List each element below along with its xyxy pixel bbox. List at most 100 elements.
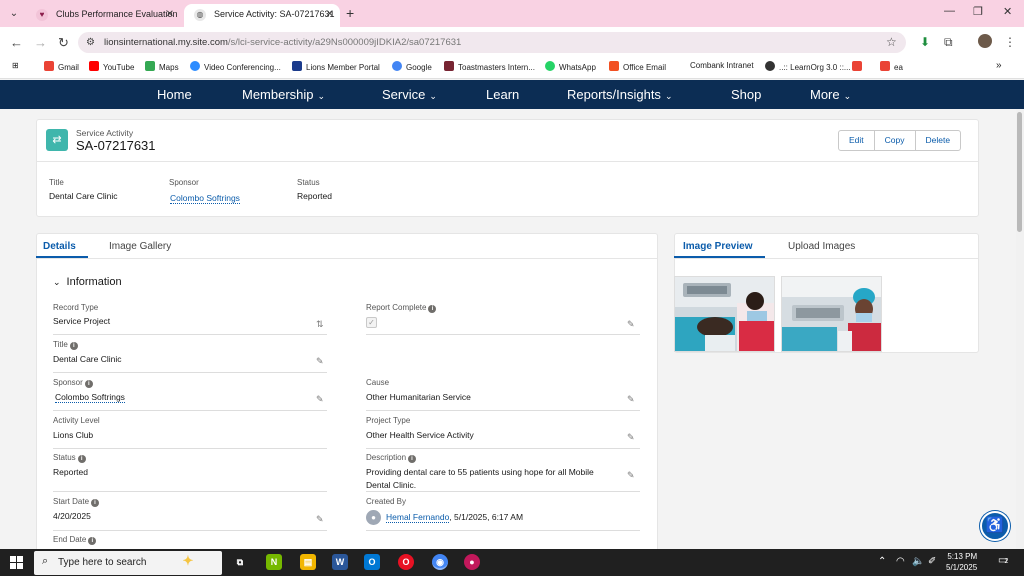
info-icon[interactable]: i	[77, 455, 86, 463]
section-information-toggle[interactable]: ⌄ Information	[53, 276, 122, 288]
site-info-icon[interactable]: ⚙	[86, 37, 95, 48]
tab-upload-images[interactable]: Upload Images	[788, 241, 855, 252]
delete-button[interactable]: Delete	[916, 131, 961, 150]
browser-tab-title: Clubs Performance Evaluation S	[56, 9, 180, 19]
word-icon[interactable]: W	[332, 554, 348, 570]
minimize-icon[interactable]: —	[944, 5, 955, 17]
back-icon[interactable]: ←	[10, 35, 23, 50]
reload-icon[interactable]: ↻	[58, 35, 69, 51]
highlight-title-value: Dental Care Clinic	[49, 191, 118, 201]
chrome-icon[interactable]: ◉	[432, 554, 448, 570]
bookmark-combank[interactable]: Combank Intranet	[690, 61, 754, 70]
edit-sponsor-pencil-icon[interactable]: ✎	[316, 394, 324, 405]
highlight-sponsor-link[interactable]: Colombo Softrings	[170, 193, 240, 204]
change-record-type-icon[interactable]: ⇅	[316, 319, 324, 330]
sponsor-link[interactable]: Colombo Softrings	[55, 392, 125, 403]
edit-project-type-pencil-icon[interactable]: ✎	[627, 432, 635, 443]
bookmark-office-email[interactable]: Office Email	[609, 61, 666, 72]
accessibility-icon[interactable]: ♿	[980, 511, 1010, 541]
url-text[interactable]: lionsinternational.my.site.com/s/lci-ser…	[104, 37, 461, 48]
network-icon[interactable]: ◠	[896, 556, 905, 567]
bookmark-google[interactable]: Google	[392, 61, 432, 72]
download-icon[interactable]: ⬇	[920, 35, 930, 49]
bookmark-ea[interactable]: ea	[880, 61, 903, 72]
edit-button[interactable]: Edit	[839, 131, 875, 150]
nav-more[interactable]: More ⌄	[810, 87, 851, 102]
outlook-icon[interactable]: O	[364, 554, 380, 570]
tab-details[interactable]: Details	[43, 241, 76, 252]
edit-description-pencil-icon[interactable]: ✎	[627, 470, 635, 481]
info-icon[interactable]: i	[84, 380, 93, 388]
bookmark-lions-portal[interactable]: Lions Member Portal	[292, 61, 380, 72]
tabs-divider	[36, 258, 658, 259]
edit-start-date-pencil-icon[interactable]: ✎	[316, 514, 324, 525]
forward-icon[interactable]: →	[34, 35, 47, 50]
created-by-user-link[interactable]: Hemal Fernando	[386, 512, 450, 523]
tab-search-icon[interactable]: ⌄	[6, 6, 22, 22]
copy-button[interactable]: Copy	[875, 131, 916, 150]
office-icon	[609, 61, 619, 71]
bookmark-learnorg[interactable]: ..:: LearnOrg 3.0 ::...	[765, 61, 851, 72]
volume-icon[interactable]: 🔈	[912, 556, 924, 567]
nav-membership[interactable]: Membership ⌄	[242, 87, 325, 102]
close-window-icon[interactable]: ✕	[1003, 5, 1012, 18]
edit-cause-pencil-icon[interactable]: ✎	[627, 394, 635, 405]
profile-avatar[interactable]	[978, 34, 992, 48]
edit-report-complete-pencil-icon[interactable]: ✎	[627, 319, 635, 330]
tab-image-preview[interactable]: Image Preview	[683, 241, 752, 252]
report-complete-checkbox[interactable]: ✓	[366, 317, 377, 328]
opera-icon[interactable]: O	[398, 554, 414, 570]
close-tab-icon[interactable]: ✕	[166, 4, 174, 25]
windows-start-icon[interactable]	[10, 556, 23, 569]
nav-service[interactable]: Service ⌄	[382, 87, 437, 102]
browser-tab-clubs[interactable]: ♥ Clubs Performance Evaluation S ✕	[26, 4, 180, 27]
edit-title-pencil-icon[interactable]: ✎	[316, 356, 324, 367]
record-object-label: Service Activity	[76, 128, 134, 138]
bookmark-youtube[interactable]: YouTube	[89, 61, 134, 72]
extensions-icon[interactable]: ⧉	[944, 35, 953, 50]
bookmark-whatsapp[interactable]: WhatsApp	[545, 61, 596, 72]
nav-reports-insights[interactable]: Reports/Insights ⌄	[567, 87, 672, 102]
bookmark-star-icon[interactable]: ☆	[886, 35, 897, 49]
bookmark-video-conferencing[interactable]: Video Conferencing...	[190, 61, 281, 72]
bookmark-gmail[interactable]: Gmail	[44, 61, 79, 72]
field-divider	[53, 448, 327, 449]
tab-image-gallery[interactable]: Image Gallery	[109, 241, 171, 252]
search-highlights-icon[interactable]: ✦	[180, 553, 196, 569]
status-value: Reported	[53, 467, 88, 477]
nav-home[interactable]: Home	[157, 87, 192, 102]
bookmark-toastmasters[interactable]: Toastmasters Intern...	[444, 61, 535, 72]
restore-icon[interactable]: ❐	[973, 5, 983, 18]
field-label: Title i	[53, 340, 78, 350]
browser-menu-icon[interactable]: ⋮	[1004, 35, 1016, 49]
nvidia-icon[interactable]: N	[266, 554, 282, 570]
nav-learn[interactable]: Learn	[486, 87, 519, 102]
field-label: Activity Level	[53, 416, 100, 425]
tray-overflow-icon[interactable]: ⌃	[878, 556, 886, 567]
more-bookmarks-icon[interactable]: »	[996, 60, 1002, 71]
nav-shop[interactable]: Shop	[731, 87, 761, 102]
maps-icon	[145, 61, 155, 71]
bookmark-maps[interactable]: Maps	[145, 61, 179, 72]
info-icon[interactable]: i	[88, 537, 97, 545]
bookmark-gmail-2[interactable]	[852, 61, 866, 72]
info-icon[interactable]: i	[428, 305, 437, 313]
info-icon[interactable]: i	[408, 455, 417, 463]
handshake-icon: ⇄	[46, 129, 68, 151]
notifications-icon[interactable]: ▭2	[998, 555, 1008, 566]
pen-icon[interactable]: ✐	[928, 556, 936, 567]
task-view-icon[interactable]: ⧉	[232, 554, 248, 570]
dental-clinic-photo-2[interactable]	[781, 276, 882, 352]
field-divider	[366, 334, 640, 335]
new-tab-icon[interactable]: +	[346, 5, 354, 21]
scrollbar-thumb[interactable]	[1017, 112, 1022, 232]
app-drop-icon[interactable]: ●	[464, 554, 480, 570]
dental-clinic-photo-1[interactable]	[674, 276, 775, 352]
taskbar-clock[interactable]: 5:13 PM 5/1/2025	[946, 551, 977, 573]
info-icon[interactable]: i	[69, 342, 78, 350]
close-tab-icon[interactable]: ✕	[326, 4, 334, 25]
apps-grid-icon[interactable]: ⊞	[12, 61, 19, 70]
file-explorer-icon[interactable]: ▤	[300, 554, 316, 570]
info-icon[interactable]: i	[91, 499, 100, 507]
browser-tab-service-activity[interactable]: ◍ Service Activity: SA-07217631 ✕	[184, 4, 340, 27]
